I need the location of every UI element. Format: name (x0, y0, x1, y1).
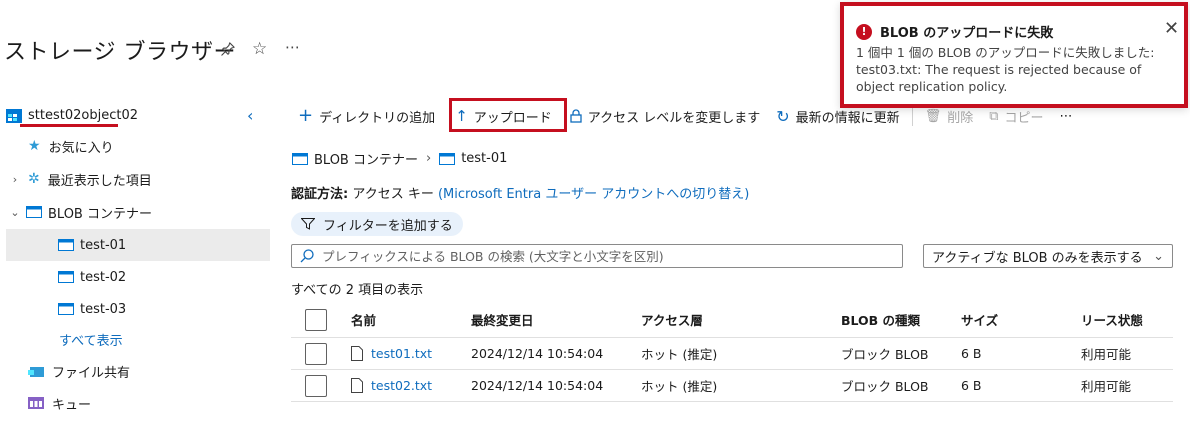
container-icon (292, 152, 308, 165)
change-access-level-button[interactable]: アクセス レベルを変更します (562, 100, 768, 132)
chevron-right-icon[interactable]: › (8, 173, 22, 186)
search-icon (300, 249, 314, 263)
file-icon (351, 378, 363, 393)
blob-search-box (291, 244, 903, 268)
table-header-row: 名前 最終変更日 アクセス層 BLOB の種類 サイズ リース状態 (291, 302, 1173, 338)
account-underline (20, 124, 118, 127)
sidebar-item-blob-containers[interactable]: ⌄ BLOB コンテナー (8, 196, 270, 228)
chevron-down-icon[interactable]: ⌄ (8, 206, 22, 219)
page-title: ストレージ ブラウザー (4, 40, 237, 65)
column-header-lease[interactable]: リース状態 (1081, 310, 1143, 329)
collapse-sidebar-icon[interactable]: ‹ (247, 106, 253, 125)
column-header-tier[interactable]: アクセス層 (641, 310, 703, 329)
add-filter-button[interactable]: フィルターを追加する (291, 212, 463, 236)
close-icon[interactable]: ✕ (1164, 18, 1179, 39)
sidebar-item-file-shares[interactable]: ファイル共有 (8, 355, 270, 387)
container-icon (439, 152, 456, 165)
file-name-link[interactable]: test01.txt (371, 346, 432, 361)
file-share-icon (28, 367, 44, 377)
sidebar-item-test-02[interactable]: test-02 (6, 261, 270, 293)
breadcrumb-current: test-01 (461, 151, 508, 166)
plus-icon: + (298, 105, 314, 126)
toast-message: 1 個中 1 個の BLOB のアップロードに失敗しました: test03.tx… (856, 45, 1155, 94)
sidebar-show-all-link[interactable]: すべて表示 (6, 323, 270, 355)
lock-icon (570, 109, 582, 123)
sidebar-item-test-01[interactable]: test-01 (6, 229, 270, 261)
more-icon[interactable]: ⋯ (285, 38, 300, 56)
sidebar-item-queues[interactable]: キュー (8, 387, 270, 419)
select-all-checkbox[interactable] (305, 309, 327, 331)
error-icon: ! (856, 23, 872, 40)
auth-method: 認証方法: アクセス キー (Microsoft Entra ユーザー アカウン… (291, 187, 750, 202)
trash-icon: 🗑 (924, 108, 942, 124)
column-header-modified[interactable]: 最終変更日 (471, 310, 534, 329)
star-icon[interactable]: ☆ (252, 39, 267, 59)
file-icon (351, 346, 363, 361)
row-checkbox[interactable] (305, 343, 327, 365)
chevron-down-icon: ⌄ (1153, 248, 1164, 264)
file-name-link[interactable]: test02.txt (371, 378, 432, 393)
copy-icon: ⧉ (989, 108, 999, 124)
gear-icon: ✲ (28, 171, 40, 187)
column-header-type[interactable]: BLOB の種類 (841, 310, 920, 329)
sidebar-item-recent[interactable]: › ✲ 最近表示した項目 (8, 163, 270, 195)
column-header-size[interactable]: サイズ (961, 310, 998, 329)
blob-search-input[interactable] (322, 248, 882, 264)
container-icon (58, 303, 74, 315)
sidebar-item-test-03[interactable]: test-03 (6, 293, 270, 325)
table-row[interactable]: test02.txt 2024/12/14 10:54:04 ホット (推定) … (291, 370, 1173, 402)
storage-account-name: sttest02object02 (28, 108, 138, 123)
chevron-right-icon: › (425, 151, 432, 166)
container-icon (58, 271, 74, 283)
toast-title: ! BLOB のアップロードに失敗 (856, 22, 1053, 41)
item-count: すべての 2 項目の表示 (291, 283, 424, 298)
row-checkbox[interactable] (305, 375, 327, 397)
toolbar-divider (911, 106, 913, 126)
column-header-name[interactable]: 名前 (351, 310, 376, 329)
filter-icon (301, 218, 315, 230)
blob-table: 名前 最終変更日 アクセス層 BLOB の種類 サイズ リース状態 test01… (291, 302, 1173, 402)
container-icon (26, 206, 42, 218)
blob-filter-select-value: アクティブな BLOB のみを表示する (932, 250, 1143, 266)
refresh-icon: ↻ (776, 106, 790, 126)
upload-error-toast: ! BLOB のアップロードに失敗 1 個中 1 個の BLOB のアップロード… (840, 2, 1188, 108)
pin-icon[interactable] (221, 42, 235, 56)
breadcrumb: BLOB コンテナー › test-01 (292, 149, 507, 168)
breadcrumb-root[interactable]: BLOB コンテナー (314, 149, 418, 168)
container-icon (58, 239, 74, 251)
add-directory-button[interactable]: + ディレクトリの追加 (290, 100, 443, 132)
star-icon: ★ (28, 138, 41, 154)
storage-account-icon (6, 108, 22, 123)
switch-auth-link[interactable]: (Microsoft Entra ユーザー アカウントへの切り替え) (438, 187, 749, 202)
storage-account[interactable]: sttest02object02 (6, 108, 138, 123)
queue-icon (28, 397, 44, 409)
table-row[interactable]: test01.txt 2024/12/14 10:54:04 ホット (推定) … (291, 338, 1173, 370)
upload-highlight-box (449, 98, 567, 132)
blob-filter-select[interactable]: アクティブな BLOB のみを表示する ⌄ (923, 244, 1173, 268)
sidebar-item-favorites[interactable]: ★ お気に入り (8, 130, 270, 162)
